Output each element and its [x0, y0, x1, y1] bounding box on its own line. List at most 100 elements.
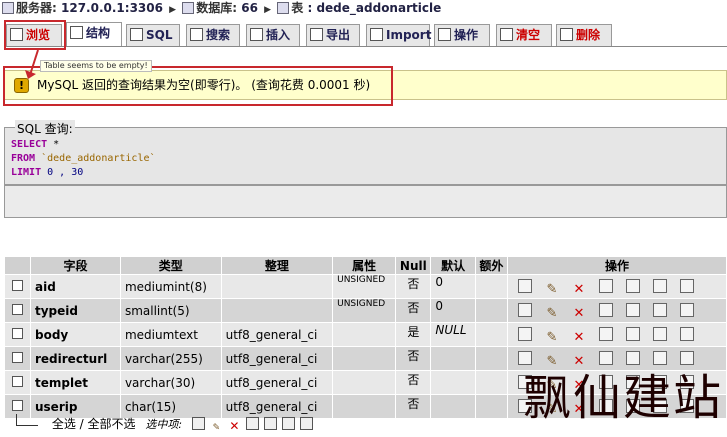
row-checkbox-input[interactable]: [12, 303, 23, 315]
insert-icon: [250, 28, 263, 41]
field-null: 否: [395, 298, 432, 323]
import-icon: [370, 28, 383, 41]
table-row: typeid smallint(5) UNSIGNED 否 0 ✎ ✕: [4, 298, 727, 323]
unique-selected-icon[interactable]: [281, 417, 295, 430]
index-icon[interactable]: [653, 303, 667, 317]
field-default: [430, 346, 476, 371]
header-collation: 整理: [220, 256, 334, 275]
unique-icon[interactable]: [626, 279, 640, 293]
select-all-link[interactable]: 全选: [52, 417, 76, 431]
fulltext-icon[interactable]: [680, 351, 694, 365]
primary-selected-icon[interactable]: [245, 417, 259, 430]
sql-limit-values: 0 , 30: [41, 167, 84, 178]
select-arrow-icon: [16, 414, 38, 426]
tab-import-label: Import: [386, 28, 432, 42]
primary-key-icon[interactable]: [599, 303, 613, 317]
primary-key-icon[interactable]: [599, 351, 613, 365]
field-attributes: [332, 346, 397, 371]
row-checkbox-input[interactable]: [12, 279, 23, 291]
tab-insert[interactable]: 插入: [246, 24, 300, 46]
tab-drop-label: 删除: [576, 28, 601, 42]
header-actions: 操作: [507, 256, 727, 275]
tab-sql[interactable]: SQL: [126, 24, 180, 46]
fulltext-icon[interactable]: [680, 303, 694, 317]
primary-key-icon[interactable]: [599, 327, 613, 341]
field-extra: [474, 346, 509, 371]
browse-selected-icon[interactable]: [191, 417, 205, 430]
server-label: 服务器:: [16, 1, 57, 15]
field-null: 是: [395, 322, 432, 347]
primary-key-icon[interactable]: [599, 279, 613, 293]
tab-drop[interactable]: 删除: [556, 24, 612, 46]
field-null: 否: [395, 346, 432, 371]
sql-keyword-from: FROM: [11, 153, 36, 164]
tab-search-label: 搜索: [206, 28, 231, 42]
tab-export[interactable]: 导出: [306, 24, 360, 46]
field-type: varchar(255): [119, 346, 222, 371]
drop-selected-icon[interactable]: ✕: [228, 420, 241, 434]
tab-operations[interactable]: 操作: [434, 24, 490, 46]
sql-options-bar: [4, 185, 727, 218]
fulltext-icon[interactable]: [680, 279, 694, 293]
field-default: [430, 370, 476, 395]
fulltext-icon[interactable]: [680, 327, 694, 341]
row-checkbox: [4, 298, 31, 323]
header-checkbox: [4, 256, 31, 275]
row-checkbox: [4, 370, 31, 395]
field-collation: [220, 274, 334, 299]
drop-icon[interactable]: ✕: [572, 307, 586, 322]
row-checkbox-input[interactable]: [12, 327, 23, 339]
breadcrumb-arrow-icon: ▶: [169, 5, 177, 15]
tab-insert-label: 插入: [266, 28, 291, 42]
server-link[interactable]: 127.0.0.1:3306: [61, 1, 163, 15]
database-icon: [182, 2, 195, 14]
export-icon: [310, 28, 323, 41]
tab-empty-label: 清空: [516, 28, 541, 42]
tab-structure[interactable]: 结构: [66, 22, 122, 46]
tab-import[interactable]: Import: [366, 24, 432, 46]
field-attributes: [332, 370, 397, 395]
field-collation: [220, 298, 334, 323]
field-name[interactable]: templet: [30, 370, 121, 395]
field-default: 0: [430, 298, 476, 323]
table-link[interactable]: dede_addonarticle: [316, 1, 441, 15]
fulltext-selected-icon[interactable]: [299, 417, 313, 430]
edit-selected-icon[interactable]: ✎: [210, 423, 223, 436]
sql-icon: [130, 28, 143, 41]
deselect-all-link[interactable]: 全部不选: [88, 417, 136, 431]
browse-distinct-icon[interactable]: [518, 303, 532, 317]
edit-icon[interactable]: ✎: [545, 307, 559, 322]
browse-distinct-icon[interactable]: [518, 351, 532, 365]
field-name[interactable]: aid: [30, 274, 121, 299]
tab-search[interactable]: 搜索: [186, 24, 240, 46]
edit-icon[interactable]: ✎: [545, 283, 559, 298]
header-attributes: 属性: [332, 256, 397, 275]
header-extra: 额外: [474, 256, 509, 275]
field-name[interactable]: redirecturl: [30, 346, 121, 371]
edit-icon[interactable]: ✎: [545, 331, 559, 346]
index-selected-icon[interactable]: [263, 417, 277, 430]
unique-icon[interactable]: [626, 327, 640, 341]
row-checkbox-input[interactable]: [12, 399, 23, 411]
unique-icon[interactable]: [626, 303, 640, 317]
field-name[interactable]: typeid: [30, 298, 121, 323]
browse-distinct-icon[interactable]: [518, 327, 532, 341]
field-name[interactable]: body: [30, 322, 121, 347]
index-icon[interactable]: [653, 279, 667, 293]
table-row: body mediumtext utf8_general_ci 是 NULL ✎ ✕: [4, 322, 727, 347]
table-row: redirecturl varchar(255) utf8_general_ci 否 ✎…: [4, 346, 727, 371]
field-collation: utf8_general_ci: [220, 370, 334, 395]
browse-distinct-icon[interactable]: [518, 279, 532, 293]
database-link[interactable]: 66: [241, 1, 258, 15]
index-icon[interactable]: [653, 327, 667, 341]
drop-icon[interactable]: ✕: [572, 283, 586, 298]
row-checkbox-input[interactable]: [12, 351, 23, 363]
index-icon[interactable]: [653, 351, 667, 365]
tooltip-empty: Table seems to be empty!: [40, 60, 152, 72]
drop-icon[interactable]: ✕: [572, 331, 586, 346]
row-checkbox-input[interactable]: [12, 375, 23, 387]
unique-icon[interactable]: [626, 351, 640, 365]
highlight-box-browse: [4, 20, 66, 50]
tab-bar: 浏览 结构 SQL 搜索 插入 导出 Import 操作 清空 删除: [4, 21, 727, 47]
tab-empty[interactable]: 清空: [496, 24, 552, 46]
